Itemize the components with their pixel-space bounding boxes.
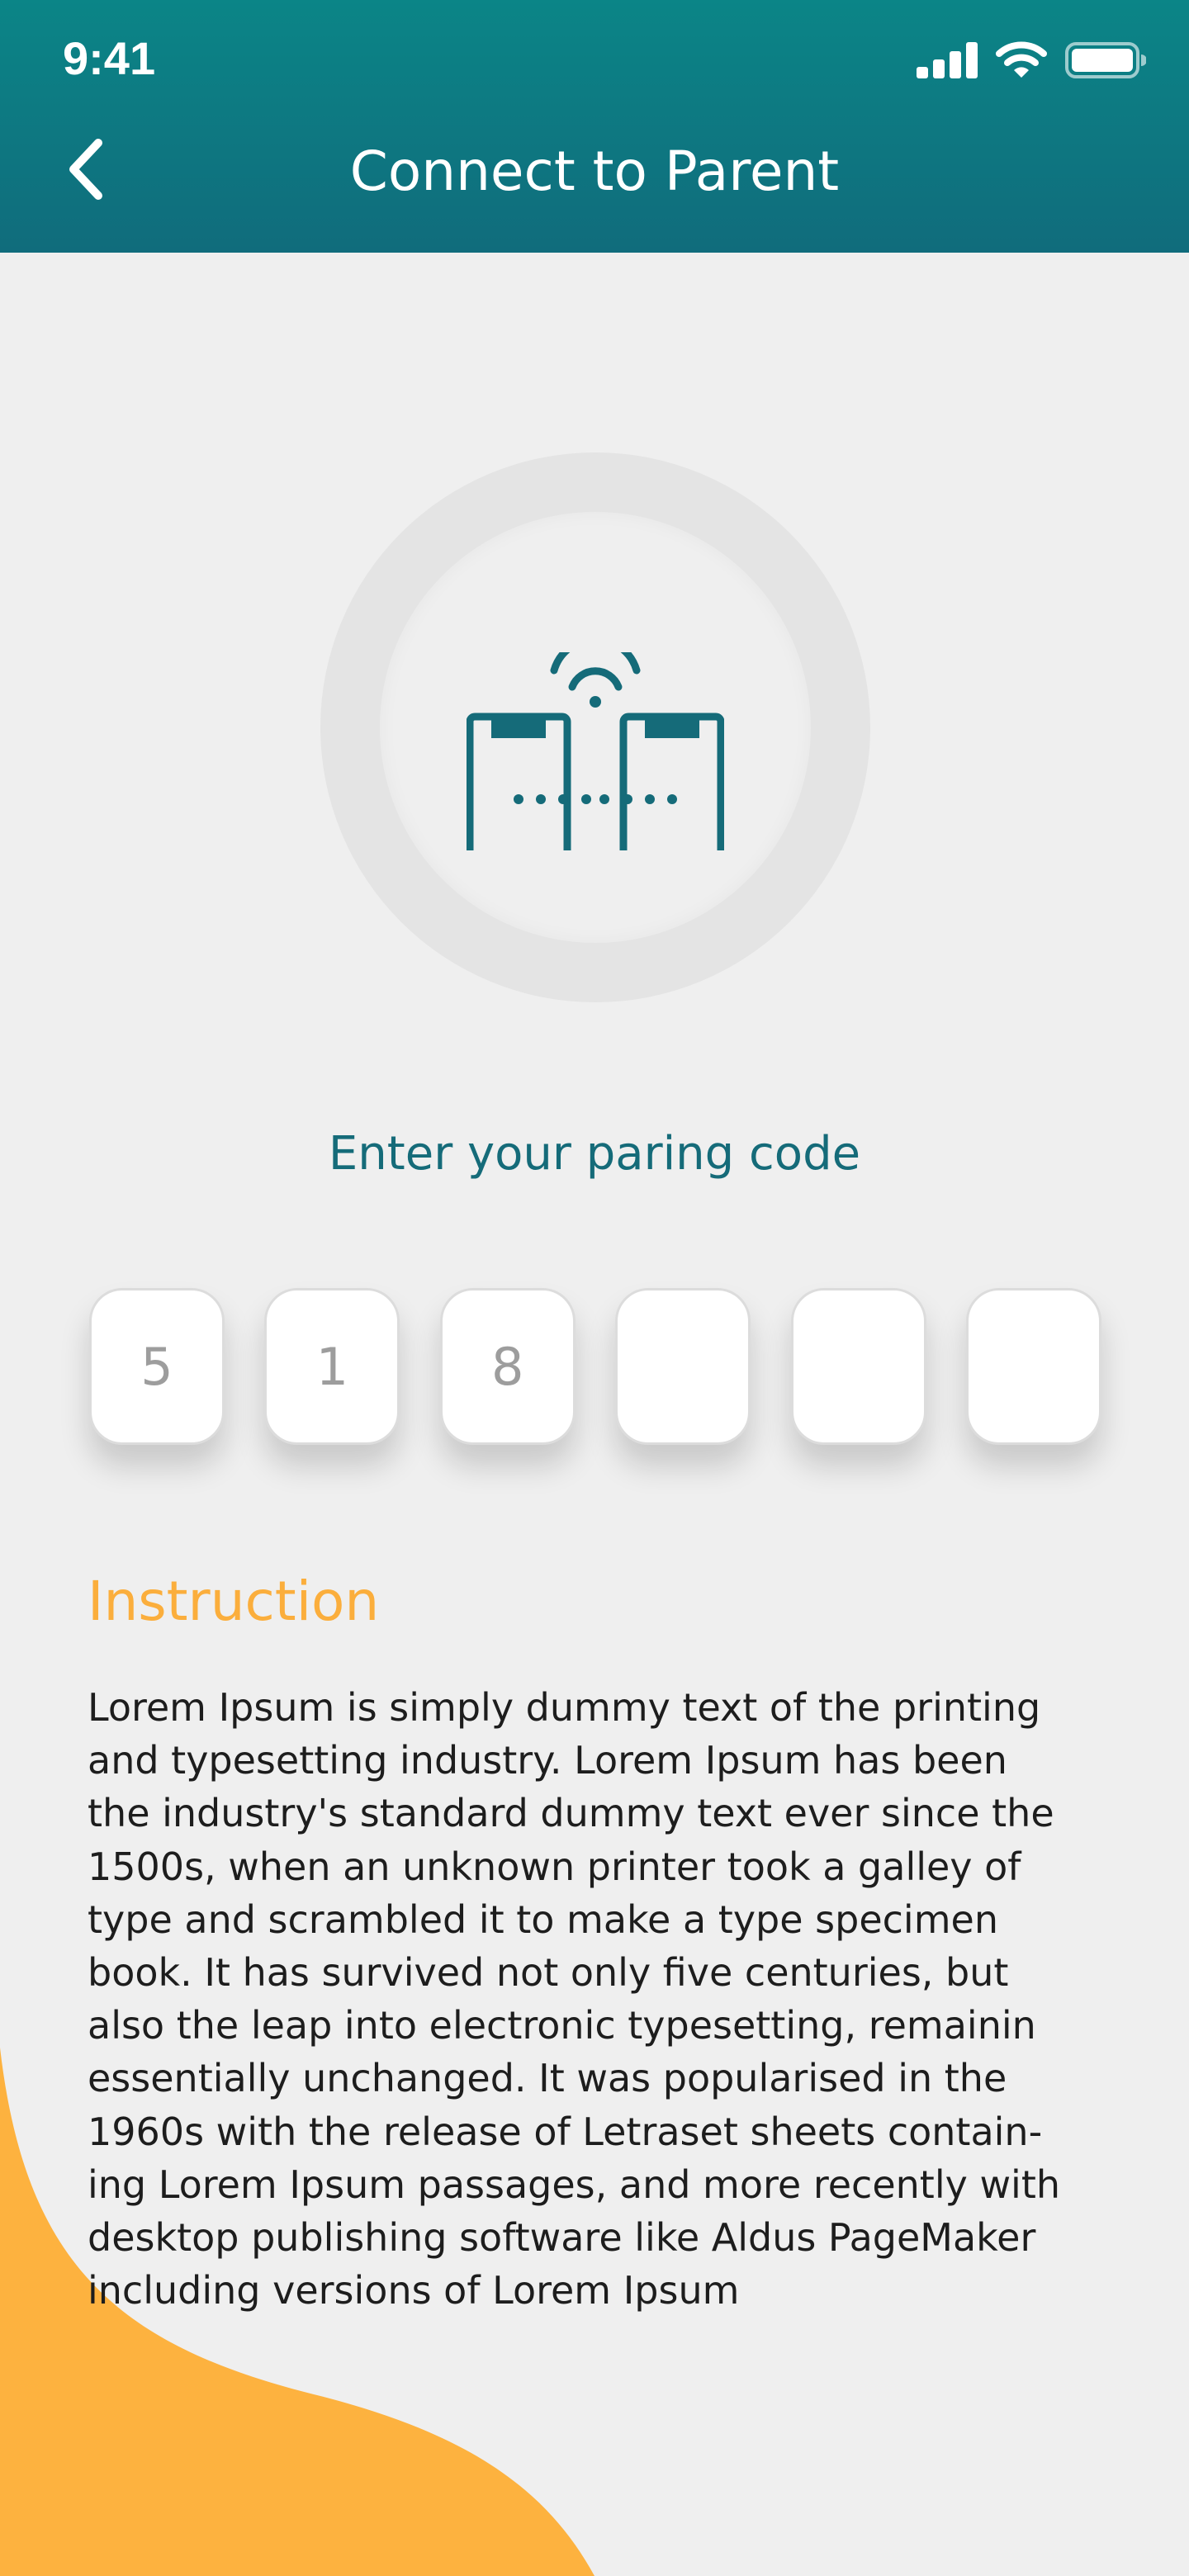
instruction-title: Instruction [88, 1570, 380, 1633]
instruction-line: essentially unchanged. It was popularise… [88, 2056, 1007, 2101]
status-icons [917, 41, 1146, 79]
instruction-line: ing Lorem Ipsum passages, and more recen… [88, 2162, 1061, 2207]
app-header: 9:41 Connect to Parent [0, 0, 1189, 253]
wifi-icon [996, 41, 1047, 78]
code-digit-5[interactable] [790, 1288, 926, 1445]
instruction-line: 1500s, when an unknown printer took a ga… [88, 1844, 1021, 1889]
instruction-line: and typesetting industry. Lorem Ipsum ha… [88, 1738, 1007, 1783]
page-title: Connect to Parent [349, 140, 840, 203]
instruction-line: Lorem Ipsum is simply dummy text of the … [88, 1685, 1041, 1730]
code-digit-3[interactable]: 8 [439, 1288, 576, 1445]
pairing-illustration [320, 452, 870, 1002]
code-digit-1[interactable]: 5 [89, 1288, 225, 1445]
instruction-line: book. It has survived not only five cent… [88, 1950, 1009, 1996]
phones-pairing-icon [467, 652, 724, 850]
instruction-line: desktop publishing software like Aldus P… [88, 2215, 1036, 2261]
code-digit-6[interactable] [965, 1288, 1101, 1445]
instruction-body: Lorem Ipsum is simply dummy text of the … [88, 1681, 1111, 2317]
instruction-line: also the leap into electronic typesettin… [88, 2003, 1036, 2048]
instruction-line: 1960s with the release of Letraset sheet… [88, 2109, 1043, 2154]
cellular-signal-icon [917, 42, 978, 78]
instruction-line: including versions of Lorem Ipsum [88, 2268, 740, 2313]
pairing-illustration-inner [380, 512, 811, 943]
pairing-code-inputs: 5 1 8 [89, 1288, 1101, 1445]
instruction-line: the industry's standard dummy text ever … [88, 1791, 1054, 1836]
status-time: 9:41 [63, 32, 156, 84]
code-digit-4[interactable] [615, 1288, 751, 1445]
instruction-line: type and scrambled it to make a type spe… [88, 1896, 998, 1942]
pairing-code-prompt: Enter your paring code [328, 1127, 861, 1181]
code-digit-2[interactable]: 1 [264, 1288, 400, 1445]
battery-icon [1065, 42, 1146, 78]
